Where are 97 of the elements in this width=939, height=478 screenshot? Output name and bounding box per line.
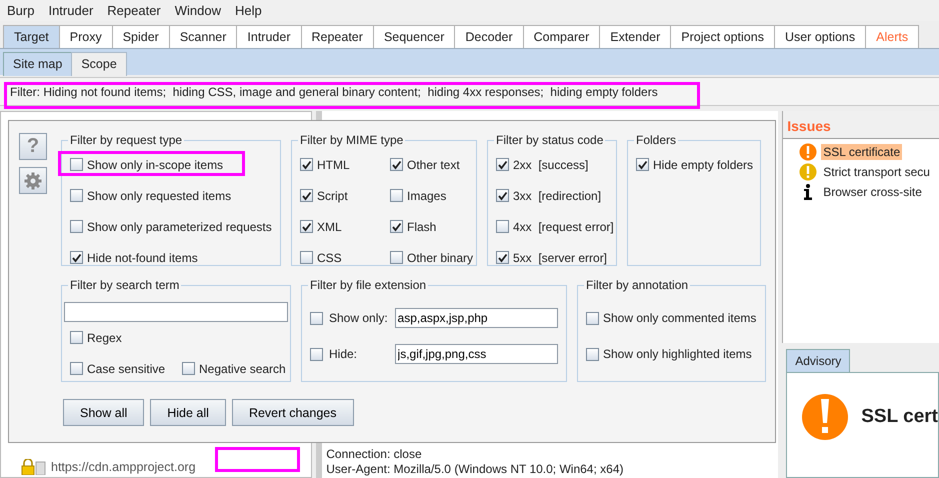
tab[interactable]: User options (774, 25, 866, 49)
checkbox[interactable] (636, 158, 649, 171)
checkbox[interactable] (496, 158, 509, 171)
checkbox-label: Flash (407, 220, 436, 234)
checkbox-label: Other text (407, 158, 460, 172)
checkbox-label: HTML (317, 158, 350, 172)
tab[interactable]: Comparer (522, 25, 600, 49)
button[interactable]: Revert changes (232, 399, 354, 426)
menu-item[interactable]: Burp (0, 3, 42, 18)
checkbox[interactable] (70, 362, 83, 375)
tab[interactable]: Project options (670, 25, 775, 49)
group-title: Filter by request type (69, 133, 184, 147)
checkbox[interactable] (300, 220, 313, 233)
group-title: Filter by file extension (309, 278, 428, 292)
group-title: Filter by search term (69, 278, 180, 292)
checkbox[interactable] (496, 220, 509, 233)
warning-icon (799, 163, 818, 181)
issue-item[interactable]: SSL certificate (821, 144, 902, 160)
tab[interactable]: Repeater (300, 25, 374, 49)
checkbox-label: Show only: (329, 311, 389, 325)
checkbox-label: Show only requested items (87, 188, 232, 202)
tab[interactable]: Advisory (786, 349, 850, 372)
checkbox[interactable] (300, 251, 313, 264)
menu-item[interactable]: Window (168, 3, 228, 18)
tab[interactable]: Target (3, 25, 60, 49)
tab[interactable]: Sequencer (372, 25, 456, 49)
warning-icon (799, 143, 818, 161)
settings-button[interactable] (19, 167, 47, 194)
checkbox[interactable] (300, 158, 313, 171)
tab[interactable]: Spider (112, 25, 170, 49)
checkbox[interactable] (496, 251, 509, 264)
checkbox-label: Script (317, 188, 348, 202)
checkbox-label: XML (317, 220, 342, 234)
group-title: Filter by MIME type (299, 133, 404, 147)
info-icon (804, 184, 812, 200)
checkbox-label: 5xx [server error] (513, 250, 608, 264)
warning-icon (801, 393, 850, 441)
checkbox-label: Hide not-found items (87, 250, 198, 264)
checkbox[interactable] (182, 362, 195, 375)
menu-item[interactable]: Help (228, 3, 269, 18)
checkbox[interactable] (586, 348, 599, 360)
button[interactable]: Hide all (150, 399, 226, 426)
checkbox-label: Hide empty folders (653, 158, 754, 172)
checkbox-label: Show only parameterized requests (87, 220, 272, 234)
text-field[interactable]: js,gif,jpg,png,css (394, 344, 558, 364)
checkbox[interactable] (310, 312, 323, 324)
checkbox-label: 3xx [redirection] (513, 188, 602, 202)
checkbox-label: Other binary (407, 250, 474, 264)
issue-item[interactable]: Browser cross-site (821, 184, 924, 200)
tab[interactable]: Decoder (454, 25, 524, 49)
text-field[interactable]: asp,aspx,jsp,php (394, 308, 558, 328)
filter-summary: Filter: Hiding not found items; hiding CSS, image and general binary content; hiding 4xx responses; hiding empty folders (9, 84, 658, 98)
request-line: User-Agent: Mozilla/5.0 (Windows NT 10.0; Win64; x64) (326, 462, 624, 477)
checkbox[interactable] (70, 251, 83, 264)
checkbox-label: Show only highlighted items (603, 347, 752, 361)
group-title: Folders (635, 133, 678, 147)
checkbox-label: Show only in-scope items (87, 158, 224, 172)
tab[interactable]: Scanner (168, 25, 238, 49)
checkbox[interactable] (70, 158, 83, 171)
checkbox[interactable] (390, 189, 403, 202)
checkbox-label: 4xx [request error] (513, 220, 614, 234)
issue-item[interactable]: Strict transport secu (821, 164, 932, 180)
tab[interactable]: Scope (71, 52, 127, 76)
group-title: Filter by annotation (585, 278, 690, 292)
tab[interactable]: Intruder (236, 25, 302, 49)
advisory-title: SSL cert (861, 406, 938, 428)
checkbox[interactable] (70, 220, 83, 233)
button[interactable]: Show all (63, 399, 144, 426)
menu-item[interactable]: Intruder (41, 3, 100, 18)
checkbox-label: Hide: (329, 347, 358, 361)
checkbox[interactable] (70, 189, 83, 202)
tab[interactable]: Extender (599, 25, 672, 49)
checkbox-label: Negative search (199, 362, 286, 376)
tab[interactable]: Proxy (58, 25, 113, 49)
checkbox[interactable] (70, 331, 83, 344)
filter-bar[interactable]: Filter: Hiding not found items; hiding CSS, image and general binary content; hiding 4xx responses; hiding empty folders (0, 77, 939, 106)
checkbox-label: Images (407, 188, 446, 202)
checkbox[interactable] (390, 220, 403, 233)
search-field[interactable] (64, 302, 288, 322)
checkbox[interactable] (310, 348, 323, 360)
menu-item[interactable]: Repeater (100, 3, 168, 18)
checkbox-label: CSS (317, 250, 342, 264)
request-line: Connection: close (326, 447, 423, 462)
checkbox-label: Show only commented items (603, 311, 756, 325)
lock-icon (21, 459, 47, 475)
tab[interactable]: Site map (3, 52, 72, 76)
checkbox-label: Case sensitive (87, 362, 166, 376)
checkbox[interactable] (300, 189, 313, 202)
checkbox[interactable] (390, 251, 403, 264)
checkbox[interactable] (586, 312, 599, 324)
checkbox[interactable] (390, 158, 403, 171)
tree-item[interactable]: https://cdn.ampproject.org (51, 460, 196, 474)
checkbox-label: Regex (87, 330, 122, 344)
checkbox[interactable] (496, 189, 509, 202)
group-title: Filter by status code (495, 133, 604, 147)
panel-title: Issues (783, 111, 939, 139)
checkbox-label: 2xx [success] (513, 158, 588, 172)
